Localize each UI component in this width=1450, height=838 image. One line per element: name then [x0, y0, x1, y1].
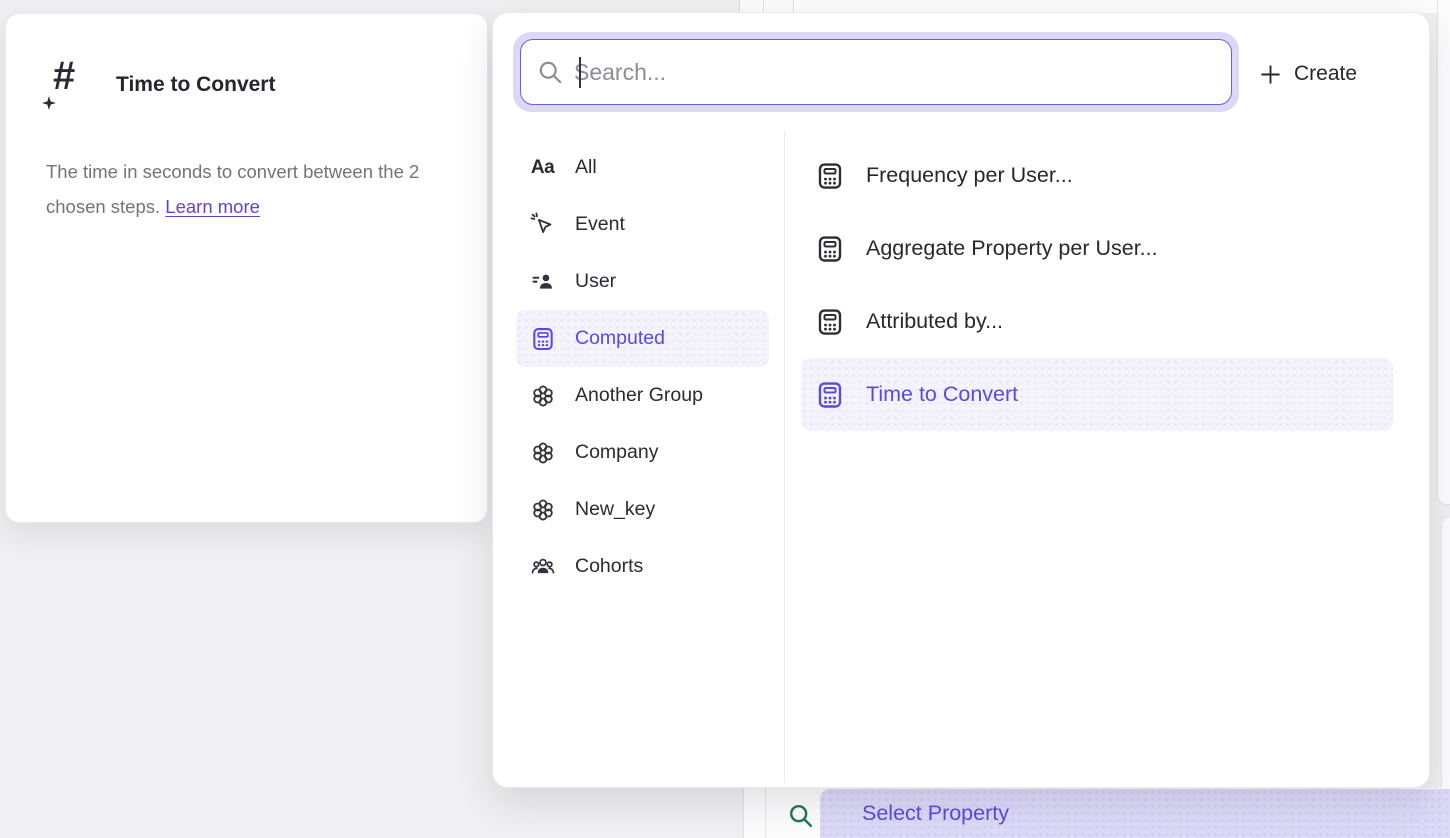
select-property-label: Select Property [862, 801, 1009, 826]
search-icon [787, 802, 815, 830]
category-item-computed[interactable]: Computed [516, 310, 769, 367]
category-item-cohorts[interactable]: Cohorts [516, 538, 769, 595]
calculator-icon [814, 233, 845, 264]
result-item-frequency-per-user[interactable]: Frequency per User... [801, 139, 1393, 212]
background-card-edge-right [1437, 0, 1450, 505]
category-list: Aa All Event User [516, 139, 769, 595]
column-divider [784, 131, 785, 783]
category-item-new-key[interactable]: New_key [516, 481, 769, 538]
calculator-icon [814, 306, 845, 337]
learn-more-link[interactable]: Learn more [165, 196, 260, 217]
select-property-button[interactable]: Select Property [820, 789, 1450, 838]
calculator-icon [814, 160, 845, 191]
calculator-icon [814, 379, 845, 410]
create-button[interactable]: Create [1259, 55, 1419, 93]
search-box[interactable] [520, 39, 1232, 105]
tooltip-title: Time to Convert [116, 73, 275, 97]
property-selector-popover: Create Aa All Event [492, 12, 1430, 788]
tooltip-card: # Time to Convert The time in seconds to… [5, 13, 488, 523]
category-item-user[interactable]: User [516, 253, 769, 310]
category-item-all[interactable]: Aa All [516, 139, 769, 196]
category-item-another-group[interactable]: Another Group [516, 367, 769, 424]
tooltip-description: The time in seconds to convert between t… [46, 154, 446, 224]
result-item-aggregate-property-per-user[interactable]: Aggregate Property per User... [801, 212, 1393, 285]
cohorts-icon [529, 553, 556, 580]
category-item-company[interactable]: Company [516, 424, 769, 481]
search-icon [537, 59, 564, 86]
user-icon [529, 268, 556, 295]
cursor-click-icon [529, 211, 556, 238]
text-style-icon: Aa [529, 154, 556, 181]
category-item-event[interactable]: Event [516, 196, 769, 253]
group-cluster-icon [529, 439, 556, 466]
group-cluster-icon [529, 382, 556, 409]
calculator-icon [529, 325, 556, 352]
plus-icon [1259, 63, 1282, 86]
background-divider [765, 788, 766, 838]
group-cluster-icon [529, 496, 556, 523]
search-input[interactable] [574, 59, 1231, 86]
results-list: Frequency per User... Aggregate Property… [801, 139, 1393, 431]
result-item-time-to-convert[interactable]: Time to Convert [801, 358, 1393, 431]
result-item-attributed-by[interactable]: Attributed by... [801, 285, 1393, 358]
text-caret [579, 57, 581, 88]
hash-star-icon: # [44, 60, 92, 112]
